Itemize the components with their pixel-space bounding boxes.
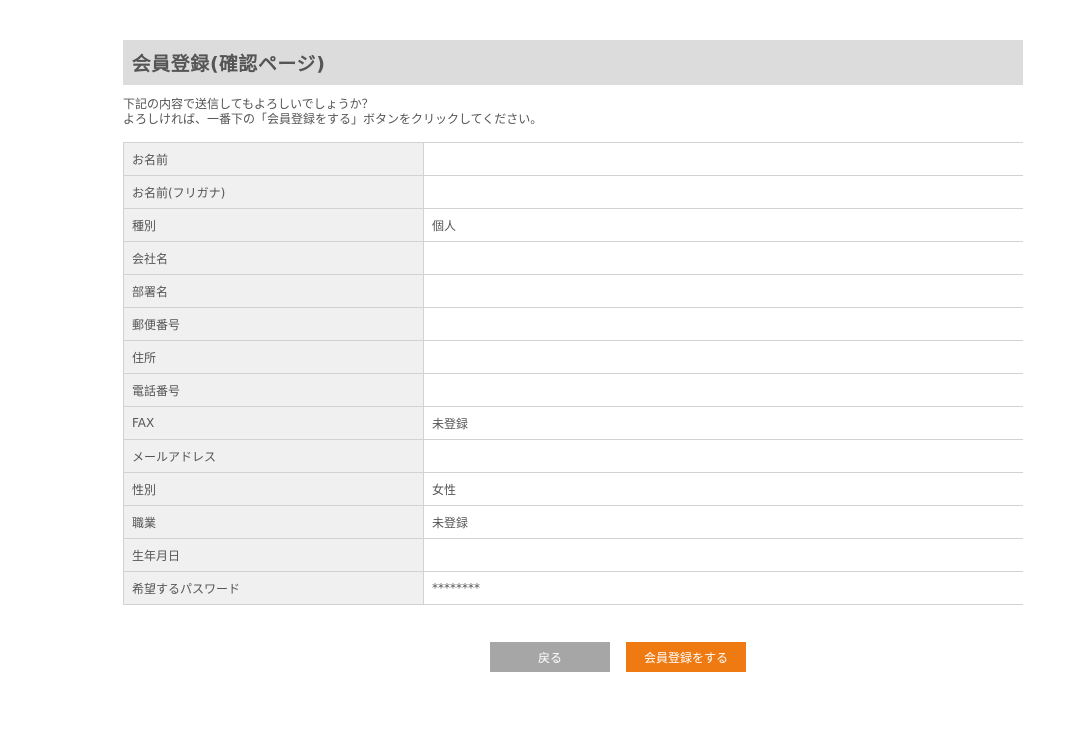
- table-row-email: メールアドレス: [123, 439, 1023, 473]
- register-button[interactable]: 会員登録をする: [626, 642, 746, 672]
- table-row-address: 住所: [123, 340, 1023, 374]
- field-label: 住所: [123, 340, 424, 374]
- field-label: 部署名: [123, 274, 424, 308]
- field-label: 職業: [123, 505, 424, 539]
- field-value: [423, 274, 1023, 308]
- field-label: お名前: [123, 142, 424, 176]
- page-header: 会員登録(確認ページ): [123, 40, 1023, 85]
- field-label: FAX: [123, 406, 424, 440]
- intro-text: 下記の内容で送信してもよろしいでしょうか？ よろしければ、一番下の「会員登録をす…: [123, 97, 1023, 127]
- table-row-department: 部署名: [123, 274, 1023, 308]
- field-label: 郵便番号: [123, 307, 424, 341]
- field-value: ********: [423, 571, 1023, 605]
- field-value: 未登録: [423, 406, 1023, 440]
- intro-line-1: 下記の内容で送信してもよろしいでしょうか？: [123, 97, 374, 111]
- field-label: 性別: [123, 472, 424, 506]
- field-value: [423, 373, 1023, 407]
- field-value: 個人: [423, 208, 1023, 242]
- field-label: 生年月日: [123, 538, 424, 572]
- field-value: [423, 538, 1023, 572]
- field-label: 会社名: [123, 241, 424, 275]
- field-value: [423, 142, 1023, 176]
- field-label: メールアドレス: [123, 439, 424, 473]
- table-row-gender: 性別 女性: [123, 472, 1023, 506]
- table-row-name: お名前: [123, 142, 1023, 176]
- intro-line-2: よろしければ、一番下の「会員登録をする」ボタンをクリックしてください。: [123, 112, 543, 126]
- field-value: [423, 307, 1023, 341]
- table-row-name-kana: お名前(フリガナ): [123, 175, 1023, 209]
- form-actions: 戻る 会員登録をする: [490, 642, 746, 672]
- table-row-company: 会社名: [123, 241, 1023, 275]
- field-value: [423, 340, 1023, 374]
- field-label: 種別: [123, 208, 424, 242]
- field-value: [423, 439, 1023, 473]
- field-value: 女性: [423, 472, 1023, 506]
- table-row-occupation: 職業 未登録: [123, 505, 1023, 539]
- table-row-phone: 電話番号: [123, 373, 1023, 407]
- field-value: [423, 241, 1023, 275]
- table-row-type: 種別 個人: [123, 208, 1023, 242]
- field-label: お名前(フリガナ): [123, 175, 424, 209]
- back-button[interactable]: 戻る: [490, 642, 610, 672]
- table-row-postal-code: 郵便番号: [123, 307, 1023, 341]
- confirmation-table: お名前 お名前(フリガナ) 種別 個人 会社名 部署名 郵便番号 住所 電話番号…: [123, 142, 1023, 605]
- field-label: 電話番号: [123, 373, 424, 407]
- table-row-fax: FAX 未登録: [123, 406, 1023, 440]
- field-value: [423, 175, 1023, 209]
- table-row-birthdate: 生年月日: [123, 538, 1023, 572]
- registration-confirm-panel: 会員登録(確認ページ) 下記の内容で送信してもよろしいでしょうか？ よろしければ…: [123, 40, 1023, 672]
- field-value: 未登録: [423, 505, 1023, 539]
- page-title: 会員登録(確認ページ): [132, 53, 326, 75]
- table-row-password: 希望するパスワード ********: [123, 571, 1023, 605]
- field-label: 希望するパスワード: [123, 571, 424, 605]
